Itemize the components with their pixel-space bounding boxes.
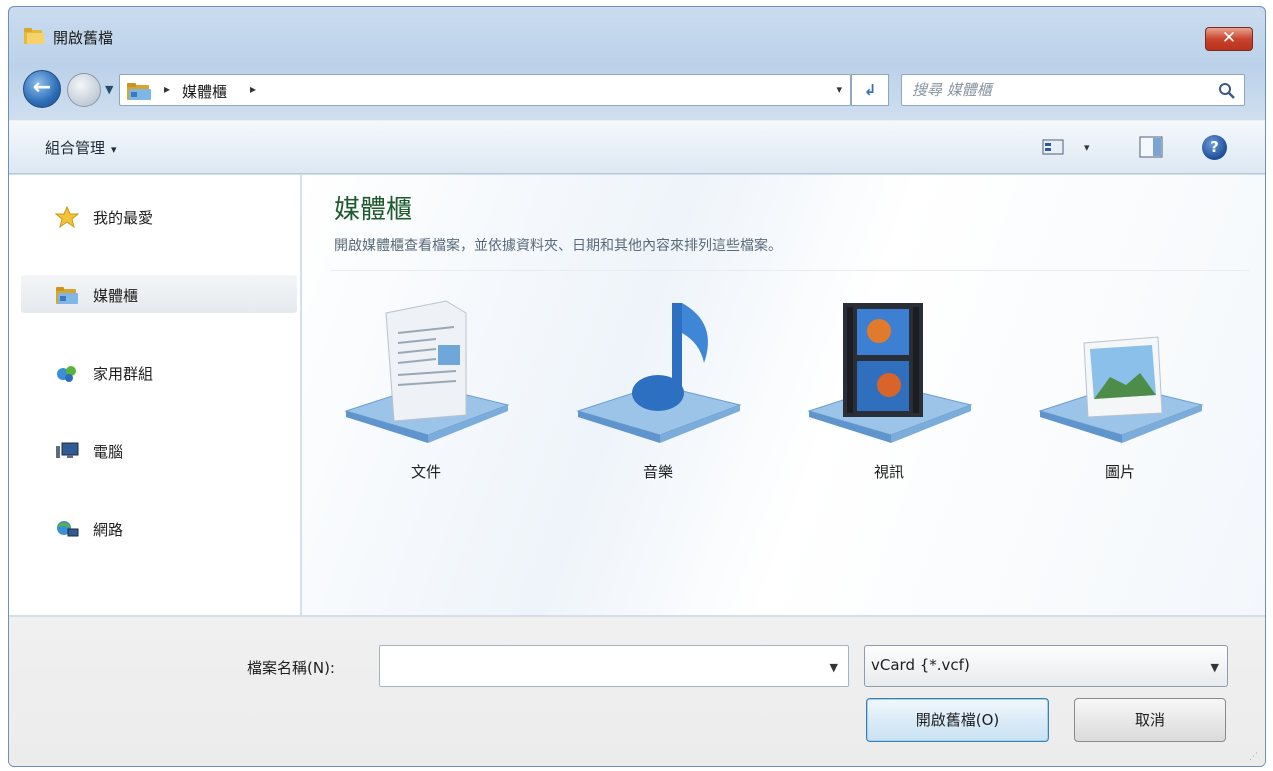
library-content-area: 媒體櫃 開啟媒體櫃查看檔案，並依據資料夾、日期和其他內容來排列這些檔案。 文件: [302, 175, 1265, 615]
library-tile-music[interactable]: 音樂: [568, 293, 748, 493]
nav-item-computer[interactable]: 電腦: [21, 431, 297, 469]
divider: [330, 270, 1249, 271]
help-icon: ?: [1210, 138, 1219, 156]
library-label: 視訊: [873, 463, 904, 481]
nav-item-network[interactable]: 網路: [21, 509, 297, 547]
chevron-down-icon: ▾: [111, 143, 117, 156]
nav-item-label: 電腦: [93, 443, 124, 461]
organize-button[interactable]: 組合管理 ▾: [45, 137, 117, 158]
star-icon: [55, 206, 79, 228]
music-library-icon: [576, 303, 742, 443]
history-dropdown-icon[interactable]: ▼: [105, 83, 113, 96]
open-button[interactable]: 開啟舊檔(O): [866, 698, 1049, 742]
library-label: 圖片: [1104, 463, 1135, 481]
page-title: 媒體櫃: [334, 195, 413, 225]
nav-item-homegroup[interactable]: 家用群組: [21, 353, 297, 391]
filetype-value: vCard {*.vcf): [871, 656, 970, 674]
search-input[interactable]: [912, 79, 1202, 101]
command-toolbar: 組合管理 ▾ ▾ ?: [9, 120, 1265, 174]
filename-input[interactable]: [388, 656, 788, 674]
refresh-icon: ↲: [863, 81, 877, 99]
library-label: 文件: [410, 463, 441, 481]
library-tile-pictures[interactable]: 圖片: [1030, 293, 1210, 493]
organize-label: 組合管理: [45, 139, 106, 157]
preview-pane-icon[interactable]: [1139, 136, 1163, 158]
close-button[interactable]: ✕: [1205, 27, 1253, 51]
breadcrumb-library[interactable]: 媒體櫃: [182, 81, 227, 102]
cancel-button[interactable]: 取消: [1074, 698, 1226, 742]
window-title: 開啟舊檔: [53, 29, 114, 47]
page-description: 開啟媒體櫃查看檔案，並依據資料夾、日期和其他內容來排列這些檔案。: [334, 238, 782, 254]
forward-button[interactable]: [67, 73, 101, 107]
nav-item-label: 媒體櫃: [93, 287, 139, 305]
library-folder-icon: [127, 83, 151, 100]
computer-icon: [56, 442, 79, 458]
resize-grip-icon[interactable]: ⋰: [1249, 752, 1259, 762]
refresh-button[interactable]: ↲: [851, 74, 889, 106]
back-button[interactable]: ←: [23, 70, 61, 108]
videos-library-icon: [807, 303, 973, 443]
filename-field[interactable]: ▼: [379, 645, 849, 687]
nav-item-label: 我的最愛: [93, 209, 154, 227]
nav-item-label: 網路: [93, 521, 124, 539]
library-label: 音樂: [642, 463, 673, 481]
nav-item-label: 家用群組: [93, 365, 154, 383]
network-icon: [57, 521, 79, 537]
change-view-icon[interactable]: [1042, 138, 1064, 156]
views-dropdown-icon[interactable]: ▾: [1084, 141, 1090, 154]
title-bar: 開啟舊檔 ✕: [9, 7, 1265, 65]
nav-item-favorites[interactable]: 我的最愛: [21, 197, 297, 235]
chevron-down-icon: ▼: [1210, 661, 1219, 674]
search-icon[interactable]: [1218, 82, 1236, 100]
back-arrow-icon: ←: [32, 75, 52, 100]
library-tile-documents[interactable]: 文件: [336, 293, 516, 493]
library-folder-icon: [56, 287, 78, 304]
library-tile-videos[interactable]: 視訊: [799, 293, 979, 493]
navigation-pane: 我的最愛 媒體櫃 家用群組 電腦 網路: [9, 175, 301, 615]
breadcrumb-separator[interactable]: ▸: [250, 82, 256, 96]
help-button[interactable]: ?: [1202, 135, 1227, 160]
homegroup-icon: [57, 366, 76, 382]
folder-open-icon: [24, 28, 44, 44]
address-dropdown-icon[interactable]: ▾: [836, 83, 842, 96]
file-select-panel: 檔案名稱(N): ▼ vCard {*.vcf) ▼ 開啟舊檔(O) 取消 ⋰: [9, 616, 1265, 766]
filetype-select[interactable]: vCard {*.vcf) ▼: [864, 645, 1228, 687]
nav-item-libraries[interactable]: 媒體櫃: [21, 275, 297, 313]
open-file-dialog: 開啟舊檔 ✕ ← ▼ ▸ 媒體櫃 ▸ ▾ ↲ 組合管理 ▾: [8, 6, 1266, 767]
documents-library-icon: [344, 300, 510, 443]
pictures-library-icon: [1038, 336, 1204, 443]
address-bar[interactable]: ▸ 媒體櫃 ▸ ▾: [119, 74, 851, 106]
breadcrumb-separator[interactable]: ▸: [164, 82, 170, 96]
search-box[interactable]: [901, 74, 1245, 106]
filename-label: 檔案名稱(N):: [247, 659, 335, 677]
filename-dropdown-icon[interactable]: ▼: [830, 661, 838, 674]
